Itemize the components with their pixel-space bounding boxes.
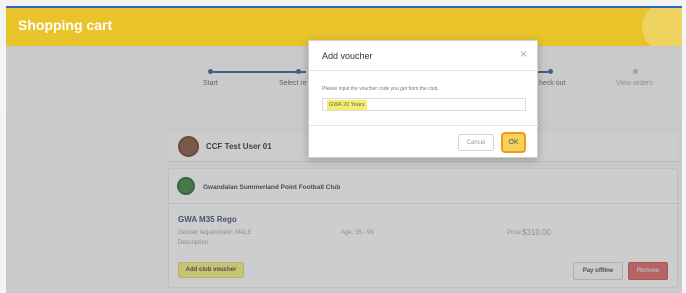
page: Shopping cart Start Select re heck out V… bbox=[0, 0, 686, 293]
voucher-code-input[interactable]: GWA 20 Years bbox=[322, 98, 526, 111]
divider bbox=[309, 125, 539, 126]
voucher-code-value[interactable]: GWA 20 Years bbox=[327, 100, 367, 110]
ok-button[interactable]: OK bbox=[501, 132, 526, 153]
add-voucher-dialog: Add voucher × Please input the voucher c… bbox=[308, 40, 539, 158]
dialog-header: Add voucher × bbox=[309, 41, 539, 71]
dialog-title: Add voucher bbox=[322, 51, 373, 61]
cancel-button[interactable]: Cancel bbox=[458, 134, 494, 151]
close-icon[interactable]: × bbox=[520, 47, 527, 61]
header-decoration bbox=[622, 8, 682, 46]
page-title: Shopping cart bbox=[18, 17, 113, 33]
dialog-prompt: Please input the voucher code you get fr… bbox=[322, 86, 439, 92]
